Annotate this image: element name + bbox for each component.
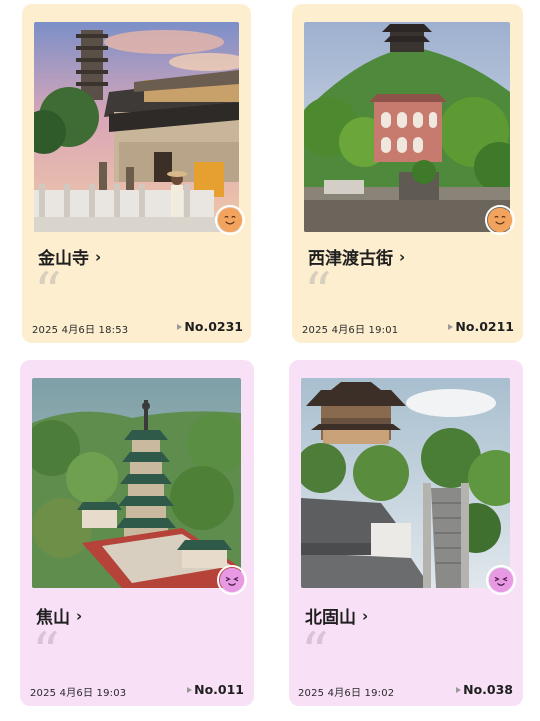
temple-scene-image: [34, 22, 239, 232]
smiley-face-pink-icon: [486, 565, 516, 595]
hill-scene-image: [301, 378, 510, 588]
card-number-text: No.011: [194, 682, 244, 697]
card-number-text: No.038: [463, 682, 513, 697]
smiley-face-orange-icon: [215, 205, 245, 235]
flag-icon: [456, 686, 462, 693]
card-number-text: No.0231: [184, 319, 243, 334]
flag-icon: [448, 323, 454, 330]
photo-jinshan-temple[interactable]: [34, 22, 239, 232]
card-date: 2025 4月6日 18:53: [32, 325, 129, 336]
card-date: 2025 4月6日 19:03: [30, 688, 127, 699]
flag-icon: [187, 686, 193, 693]
smiley-face-orange-icon: [485, 205, 515, 235]
card-number-text: No.0211: [455, 319, 514, 334]
card-number: No.038: [456, 682, 513, 697]
chevron-right-icon: ›: [399, 247, 406, 266]
card-number: No.0211: [448, 319, 514, 334]
card-date: 2025 4月6日 19:02: [298, 688, 395, 699]
quote-mark-icon: “: [301, 621, 329, 684]
chevron-right-icon: ›: [76, 606, 83, 625]
card-beigushan[interactable]: 北固山 › “ 2025 4月6日 19:02 No.038: [289, 360, 523, 706]
card-xijindu-street[interactable]: 西津渡古街 › “ 2025 4月6日 19:01 No.0211: [292, 4, 523, 343]
photo-beigushan[interactable]: [301, 378, 510, 588]
photo-xijindu-street[interactable]: [304, 22, 510, 232]
photo-jiaoshan[interactable]: [32, 378, 241, 588]
quote-mark-icon: “: [32, 621, 60, 684]
quote-mark-icon: “: [34, 261, 62, 324]
flag-icon: [177, 323, 183, 330]
card-date: 2025 4月6日 19:01: [302, 325, 399, 336]
card-jiaoshan[interactable]: 焦山 › “ 2025 4月6日 19:03 No.011: [20, 360, 254, 706]
quote-mark-icon: “: [304, 261, 332, 324]
pagoda-scene-image: [32, 378, 241, 588]
smiley-face-pink-icon: [217, 565, 247, 595]
chevron-right-icon: ›: [95, 247, 102, 266]
card-number: No.0231: [177, 319, 243, 334]
card-jinshan-temple[interactable]: 金山寺 › “ 2025 4月6日 18:53 No.0231: [22, 4, 251, 343]
chevron-right-icon: ›: [362, 606, 369, 625]
street-scene-image: [304, 22, 510, 232]
card-number: No.011: [187, 682, 244, 697]
